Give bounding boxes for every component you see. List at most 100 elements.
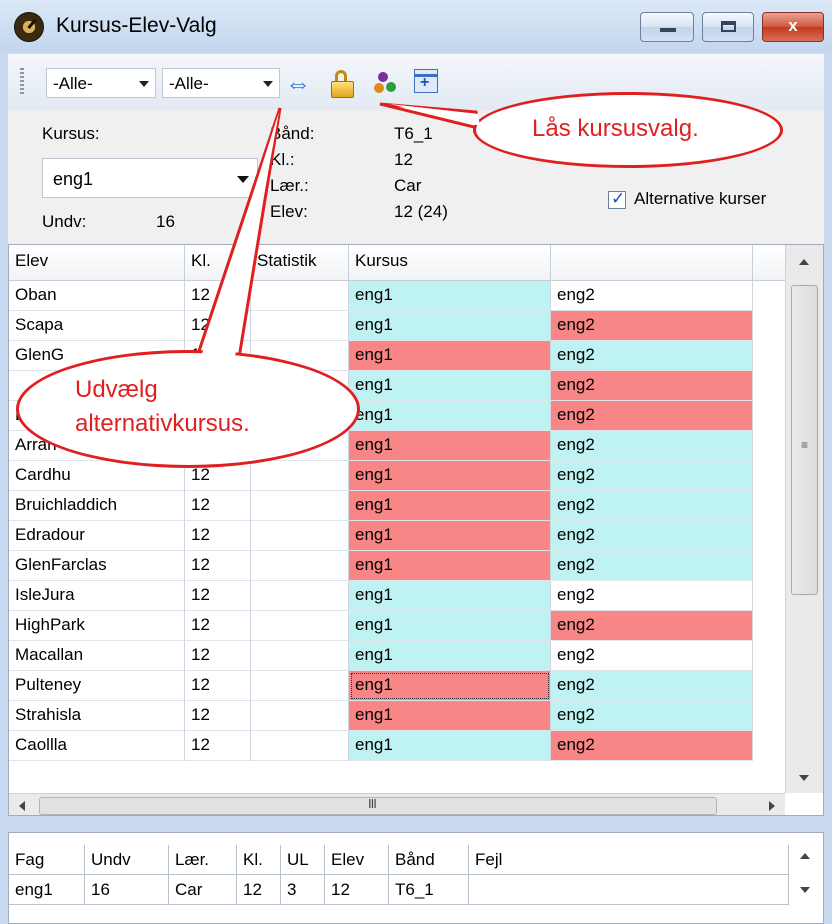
column-header-kl[interactable]: Kl. (185, 245, 251, 281)
cell-kursus[interactable]: eng1 (349, 521, 551, 551)
cell-alternative-kursus[interactable]: eng2 (551, 521, 753, 551)
cell-kursus[interactable]: eng1 (349, 581, 551, 611)
horizontal-scroll-thumb[interactable]: III (39, 796, 717, 815)
cell-elev: Caollla (9, 731, 185, 761)
cell-alternative-kursus[interactable]: eng2 (551, 281, 753, 311)
summary-column-header[interactable]: Elev (325, 845, 389, 875)
scroll-down-icon[interactable] (799, 775, 809, 781)
column-header-kursus[interactable]: Kursus (349, 245, 551, 281)
scroll-up-icon[interactable] (799, 259, 809, 265)
column-header-alternative[interactable] (551, 245, 753, 281)
maximize-icon (721, 21, 736, 32)
table-row[interactable]: GlenFarclas 12 eng1 eng2 (9, 551, 785, 581)
table-row[interactable]: HighPark 12 eng1 eng2 (9, 611, 785, 641)
cell-statistik (251, 731, 349, 761)
cell-alternative-kursus[interactable]: eng2 (551, 641, 753, 671)
summary-column-header[interactable]: Lær. (169, 845, 237, 875)
cell-kursus[interactable]: eng1 (349, 371, 551, 401)
table-row[interactable]: IsleJura 12 eng1 eng2 (9, 581, 785, 611)
cell-statistik (251, 611, 349, 641)
cell-alternative-kursus[interactable]: eng2 (551, 731, 753, 761)
cell-kursus[interactable]: eng1 (349, 311, 551, 341)
cell-kursus[interactable]: eng1 (349, 731, 551, 761)
scroll-up-icon[interactable] (800, 853, 810, 859)
summary-column-header[interactable]: Kl. (237, 845, 281, 875)
cell-alternative-kursus[interactable]: eng2 (551, 401, 753, 431)
cell-alternative-kursus[interactable]: eng2 (551, 701, 753, 731)
cell-kursus[interactable]: eng1 (349, 641, 551, 671)
cell-kursus[interactable]: eng1 (349, 431, 551, 461)
cell-alternative-kursus[interactable]: eng2 (551, 341, 753, 371)
table-row[interactable]: Pulteney 12 eng1 eng2 (9, 671, 785, 701)
scroll-left-icon[interactable] (19, 801, 25, 811)
cell-kl: 12 (185, 611, 251, 641)
cell-kursus[interactable]: eng1 (349, 551, 551, 581)
cell-kursus[interactable]: eng1 (349, 671, 551, 701)
cell-alternative-kursus[interactable]: eng2 (551, 551, 753, 581)
minimize-button[interactable] (640, 12, 694, 42)
table-row[interactable]: Oban 12 eng1 eng2 (9, 281, 785, 311)
cell-kl: 12 (185, 701, 251, 731)
scroll-grip-icon: ≡ (801, 438, 809, 452)
cell-kursus[interactable]: eng1 (349, 491, 551, 521)
cell-alternative-kursus[interactable]: eng2 (551, 491, 753, 521)
summary-column-header[interactable]: Undv (85, 845, 169, 875)
alternative-kurser-checkbox[interactable]: ✓ (608, 189, 626, 209)
summary-column-header[interactable]: Fag (9, 845, 85, 875)
cell-kl: 12 (185, 521, 251, 551)
filter-dropdown-1[interactable]: -Alle- (46, 68, 156, 98)
app-window: Kursus-Elev-Valg x -Alle- -Alle- ⇔ + Kur… (0, 0, 832, 924)
table-row[interactable]: Strahisla 12 eng1 eng2 (9, 701, 785, 731)
cell-alternative-kursus[interactable]: eng2 (551, 611, 753, 641)
filter-dropdown-2[interactable]: -Alle- (162, 68, 280, 98)
summary-cell (469, 875, 789, 905)
cell-statistik (251, 671, 349, 701)
kursus-dropdown[interactable]: eng1 (42, 158, 258, 198)
table-row[interactable]: Scapa 12 eng1 eng2 (9, 311, 785, 341)
cell-statistik (251, 551, 349, 581)
table-row[interactable]: Cardhu 12 eng1 eng2 (9, 461, 785, 491)
cell-alternative-kursus[interactable]: eng2 (551, 671, 753, 701)
column-header-elev[interactable]: Elev (9, 245, 185, 281)
lock-icon[interactable] (328, 70, 356, 98)
swap-arrows-icon[interactable]: ⇔ (284, 70, 312, 96)
cell-kursus[interactable]: eng1 (349, 401, 551, 431)
cell-kursus[interactable]: eng1 (349, 461, 551, 491)
cell-kursus[interactable]: eng1 (349, 281, 551, 311)
filter-dropdown-2-value: -Alle- (169, 74, 209, 93)
callout-alt-line-2: alternativkursus. (75, 410, 250, 437)
cell-alternative-kursus[interactable]: eng2 (551, 431, 753, 461)
table-row[interactable]: Edradour 12 eng1 eng2 (9, 521, 785, 551)
alternative-kurser-label[interactable]: Alternative kurser (634, 189, 766, 209)
close-button[interactable]: x (762, 12, 824, 42)
cell-kursus[interactable]: eng1 (349, 341, 551, 371)
cell-kursus[interactable]: eng1 (349, 701, 551, 731)
summary-data-row[interactable]: eng1 16 Car 12 3 12 T6_1 (9, 875, 789, 905)
cell-alternative-kursus[interactable]: eng2 (551, 461, 753, 491)
table-row[interactable]: Macallan 12 eng1 eng2 (9, 641, 785, 671)
table-row[interactable]: Caollla 12 eng1 eng2 (9, 731, 785, 761)
table-row[interactable]: Bruichladdich 12 eng1 eng2 (9, 491, 785, 521)
kursus-dropdown-value: eng1 (53, 169, 94, 189)
grid-expand-icon[interactable]: + (414, 69, 438, 93)
maximize-button[interactable] (702, 12, 754, 42)
scroll-down-icon[interactable] (800, 887, 810, 893)
toolbar-grip[interactable] (20, 68, 24, 94)
laerer-label: Lær.: (270, 176, 309, 195)
cell-alternative-kursus[interactable]: eng2 (551, 371, 753, 401)
cell-alternative-kursus[interactable]: eng2 (551, 581, 753, 611)
cell-elev: Strahisla (9, 701, 185, 731)
cell-kursus[interactable]: eng1 (349, 611, 551, 641)
cell-elev: Pulteney (9, 671, 185, 701)
users-icon[interactable] (372, 70, 400, 96)
scroll-right-icon[interactable] (769, 801, 775, 811)
column-header-statistik[interactable]: Statistik (251, 245, 349, 281)
horizontal-scrollbar[interactable]: III (9, 793, 785, 815)
cell-elev: IsleJura (9, 581, 185, 611)
vertical-scrollbar[interactable]: ≡ (785, 245, 823, 793)
summary-column-header[interactable]: Fejl (469, 845, 789, 875)
cell-alternative-kursus[interactable]: eng2 (551, 311, 753, 341)
summary-column-header[interactable]: UL (281, 845, 325, 875)
summary-column-header[interactable]: Bånd (389, 845, 469, 875)
vertical-scroll-thumb[interactable]: ≡ (791, 285, 818, 595)
